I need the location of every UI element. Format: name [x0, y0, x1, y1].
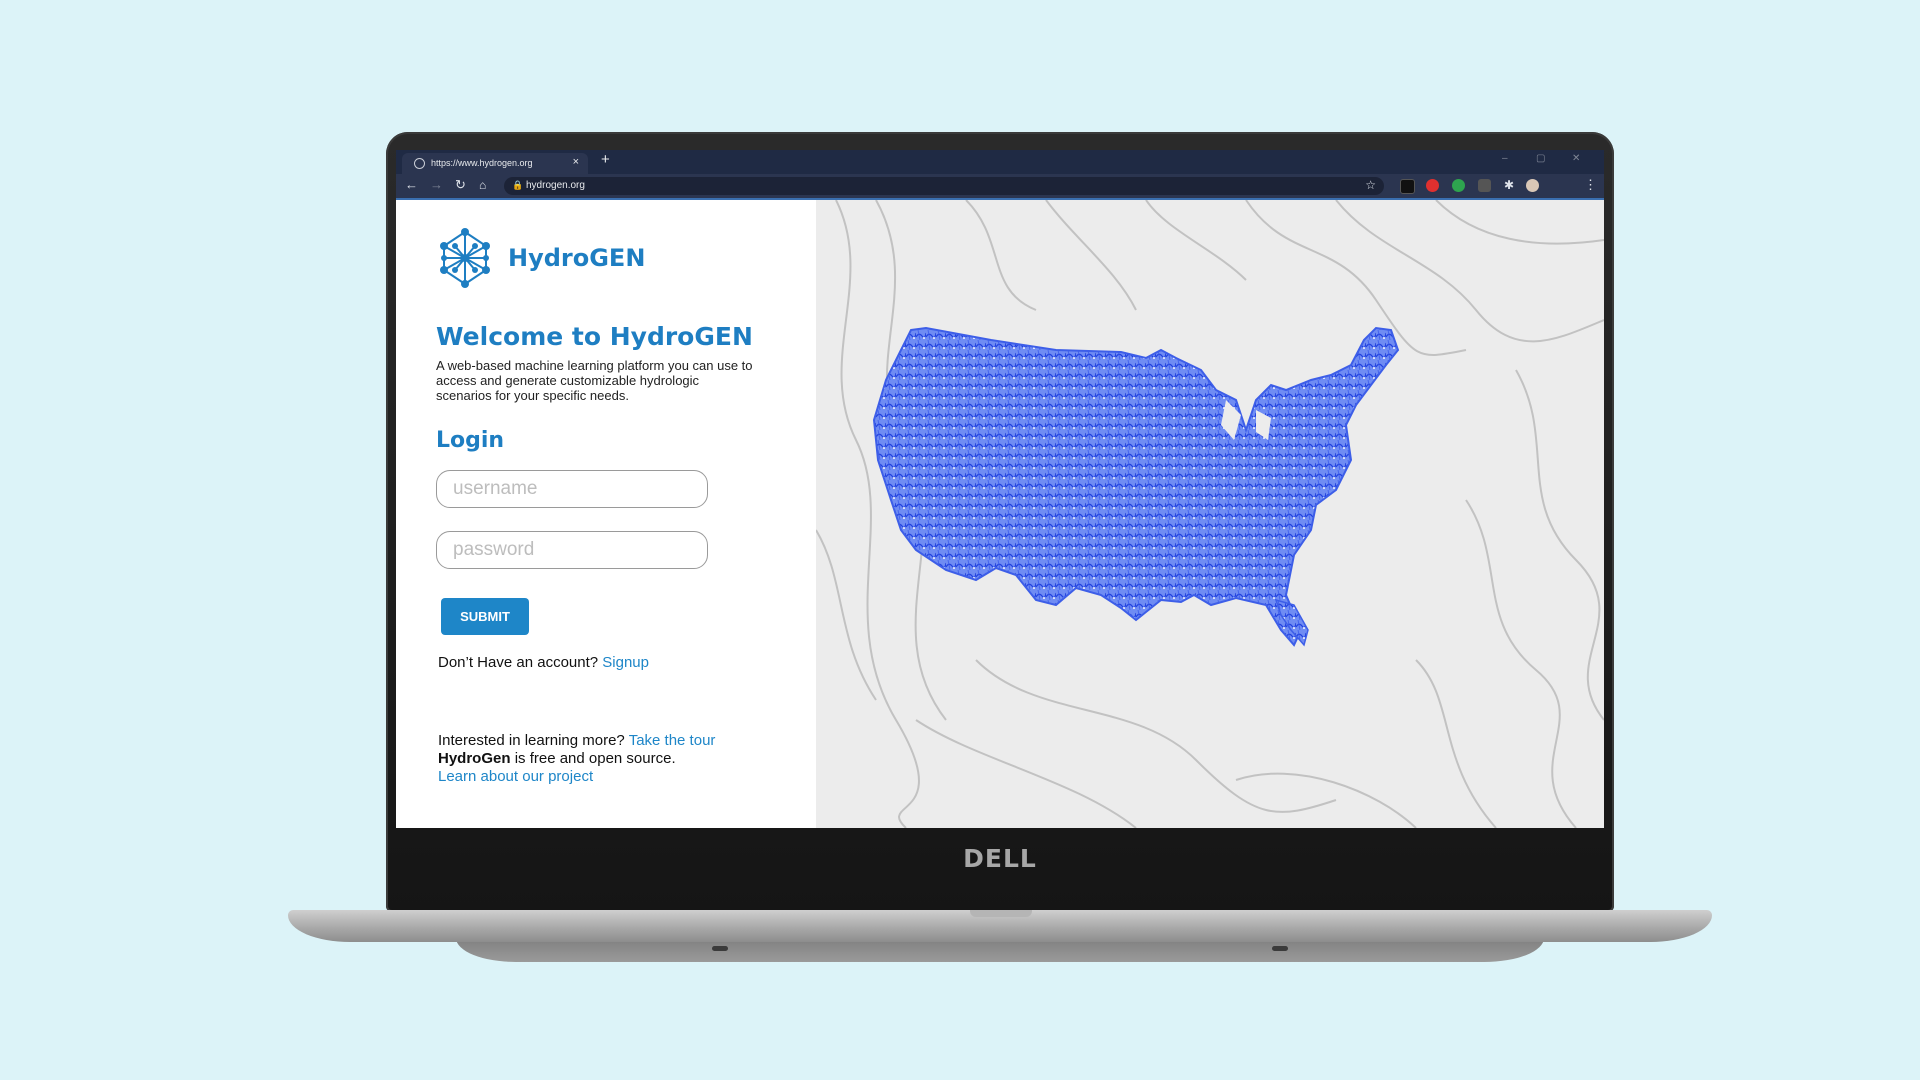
maximize-icon[interactable]: ▢	[1536, 153, 1545, 164]
minimize-icon[interactable]: –	[1502, 153, 1508, 164]
back-icon[interactable]: ←	[405, 178, 418, 192]
menu-icon[interactable]: ⋮	[1584, 178, 1597, 192]
submit-button[interactable]: SUBMIT	[441, 598, 529, 635]
close-window-icon[interactable]: ✕	[1572, 153, 1580, 164]
extension-icon[interactable]	[1478, 179, 1491, 192]
profile-icon[interactable]	[1526, 179, 1539, 192]
reload-icon[interactable]: ↻	[455, 178, 466, 192]
login-panel: HydroGEN Welcome to HydroGEN A web-based…	[396, 200, 816, 828]
home-icon[interactable]: ⌂	[479, 178, 486, 192]
browser-tab-bar: https://www.hydrogen.org × + – ▢ ✕	[396, 150, 1604, 174]
tab-title: https://www.hydrogen.org	[431, 158, 533, 168]
laptop-notch	[970, 910, 1032, 917]
globe-icon	[414, 158, 425, 169]
topographic-contours	[816, 200, 1604, 828]
extension-icon[interactable]	[1426, 179, 1439, 192]
tab-close-icon[interactable]: ×	[573, 156, 579, 168]
laptop-screen: https://www.hydrogen.org × + – ▢ ✕ ← → ↻…	[396, 150, 1604, 828]
learn-prompt: Interested in learning more?	[438, 732, 625, 749]
address-url: hydrogen.org	[526, 180, 585, 191]
platform-description: A web-based machine learning platform yo…	[436, 358, 753, 403]
tour-link[interactable]: Take the tour	[629, 732, 716, 749]
forward-icon[interactable]: →	[430, 178, 443, 192]
extension-icon[interactable]	[1400, 179, 1415, 194]
extension-icon[interactable]	[1452, 179, 1465, 192]
welcome-title: Welcome to HydroGEN	[436, 322, 753, 351]
signup-row: Don’t Have an account? Signup	[438, 654, 649, 671]
laptop-foot	[712, 946, 728, 951]
login-heading: Login	[436, 428, 505, 453]
us-river-map	[872, 326, 1400, 647]
open-source-text: is free and open source.	[514, 750, 676, 767]
open-source-row: HydroGen is free and open source.	[438, 750, 676, 767]
neural-network-logo	[440, 228, 490, 288]
browser-tab[interactable]: https://www.hydrogen.org ×	[402, 153, 588, 174]
brand-name: HydroGEN	[508, 244, 646, 272]
map-panel	[816, 200, 1604, 828]
lock-icon: 🔒	[512, 180, 524, 190]
project-link[interactable]: Learn about our project	[438, 768, 593, 785]
learn-row: Interested in learning more? Take the to…	[438, 732, 715, 749]
star-icon[interactable]: ☆	[1365, 178, 1376, 192]
browser-toolbar: ← → ↻ ⌂ 🔒 hydrogen.org ☆ ✱ ⋮	[396, 174, 1604, 200]
dell-logo: DELL	[963, 844, 1037, 873]
signup-link[interactable]: Signup	[602, 654, 649, 671]
username-input[interactable]	[436, 470, 708, 508]
address-bar[interactable]: 🔒 hydrogen.org ☆	[504, 177, 1384, 195]
open-source-brand: HydroGen	[438, 750, 511, 767]
laptop-foot	[1272, 946, 1288, 951]
signup-prompt: Don’t Have an account?	[438, 654, 599, 671]
password-input[interactable]	[436, 531, 708, 569]
new-tab-button[interactable]: +	[601, 151, 610, 168]
puzzle-extension-icon[interactable]: ✱	[1504, 178, 1514, 192]
